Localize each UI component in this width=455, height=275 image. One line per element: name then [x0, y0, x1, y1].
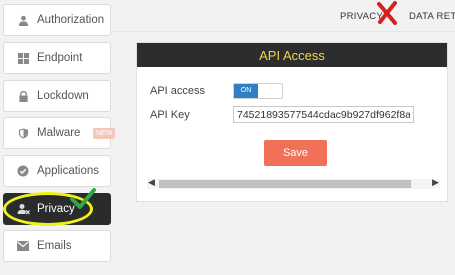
lock-icon: [16, 89, 30, 103]
sidebar-item-label: Authorization: [37, 14, 105, 26]
api-key-field[interactable]: [233, 106, 414, 123]
sidebar-item-lockdown[interactable]: Lockdown: [3, 80, 111, 112]
sidebar-item-label: Privacy: [37, 203, 75, 215]
new-badge: NEW: [93, 128, 116, 139]
tab-privacy[interactable]: PRIVACY: [340, 11, 383, 22]
toggle-on-state: ON: [234, 84, 258, 98]
scroll-thumb[interactable]: [159, 180, 411, 188]
sidebar-item-label: Malware: [37, 127, 81, 139]
sidebar-item-applications[interactable]: Applications: [3, 155, 111, 187]
tab-divider: [113, 31, 455, 32]
save-button[interactable]: Save: [264, 140, 327, 166]
sidebar-item-authorization[interactable]: Authorization: [3, 4, 111, 36]
panel-title: API Access: [137, 43, 447, 67]
windows-icon: [16, 51, 30, 65]
sidebar-item-emails[interactable]: Emails: [3, 230, 111, 262]
shield-icon: [16, 126, 30, 140]
user-icon: [16, 13, 30, 27]
api-access-label: API access: [150, 85, 206, 97]
sidebar-item-label: Lockdown: [37, 90, 89, 102]
sidebar-item-label: Emails: [37, 240, 72, 252]
api-access-panel: API Access API access ON API Key Save ◀ …: [136, 42, 448, 202]
api-key-label: API Key: [150, 109, 190, 121]
horizontal-scrollbar[interactable]: ◀ ▶: [147, 177, 440, 189]
tab-bar: PRIVACY DATA RETE: [113, 0, 455, 32]
tab-data-retention[interactable]: DATA RETE: [409, 11, 455, 22]
scroll-right-arrow-icon[interactable]: ▶: [432, 177, 439, 188]
sidebar: Authorization Endpoint Lockdown Malware …: [0, 0, 116, 275]
sidebar-item-label: Applications: [37, 165, 100, 177]
api-access-toggle[interactable]: ON: [233, 83, 283, 99]
sidebar-item-malware[interactable]: Malware NEW: [3, 117, 116, 149]
sidebar-item-endpoint[interactable]: Endpoint: [3, 42, 111, 74]
sidebar-item-label: Endpoint: [37, 52, 83, 64]
scroll-left-arrow-icon[interactable]: ◀: [148, 177, 155, 188]
user-privacy-icon: [16, 202, 30, 216]
sidebar-item-privacy[interactable]: Privacy: [3, 193, 111, 225]
envelope-icon: [16, 239, 30, 253]
check-circle-icon: [16, 164, 30, 178]
